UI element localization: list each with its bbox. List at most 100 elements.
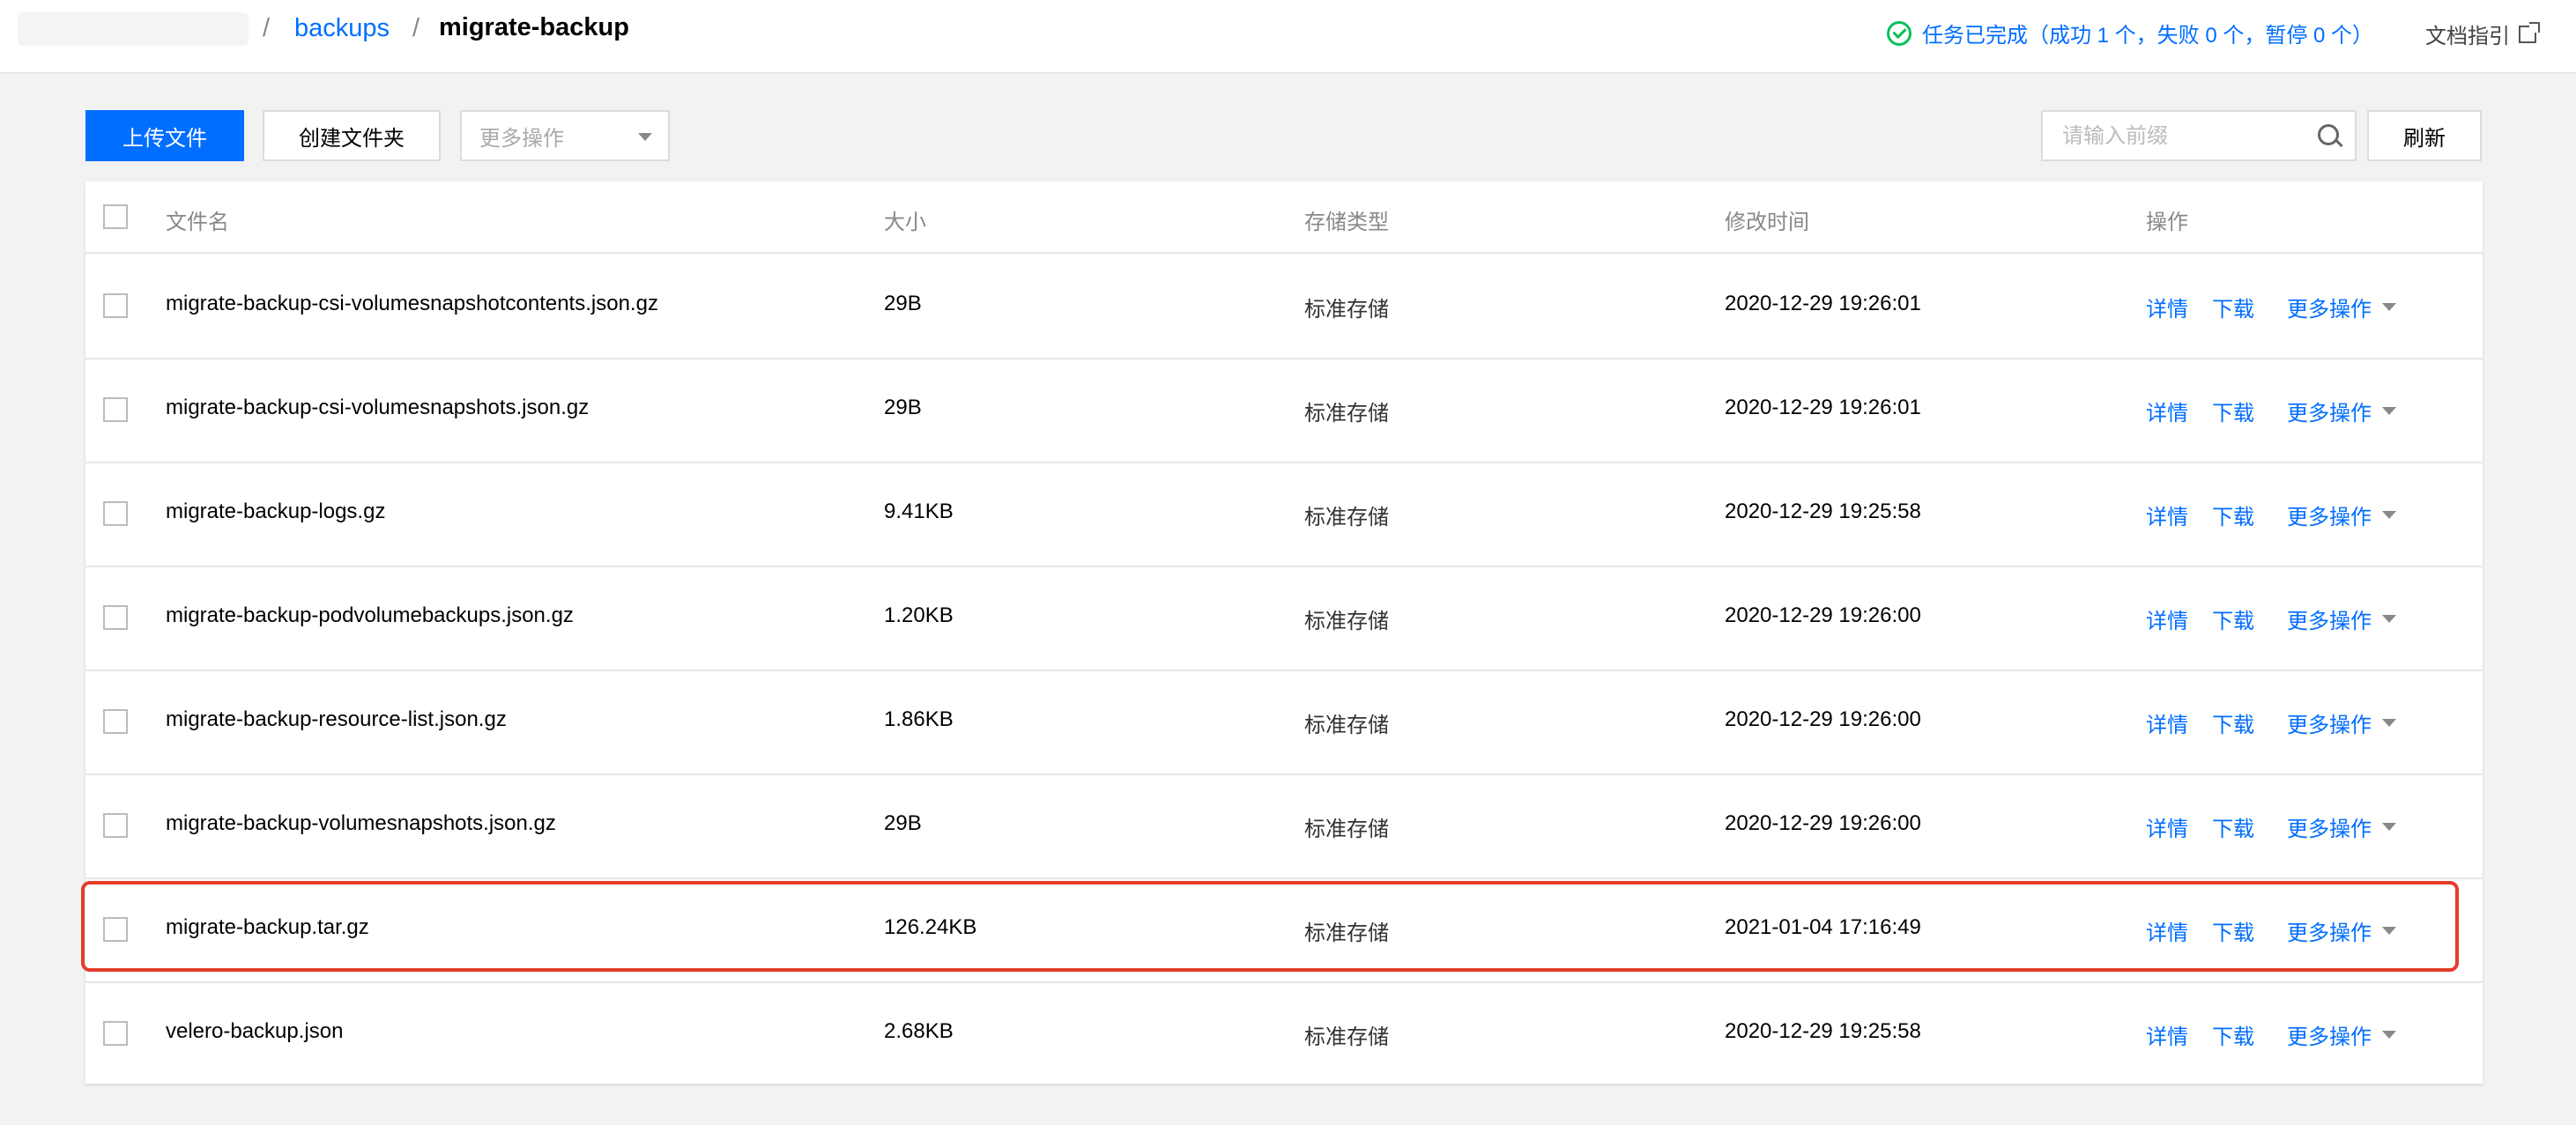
chevron-down-icon	[2382, 407, 2396, 415]
storage-type: 标准存储	[1304, 921, 1389, 945]
file-size: 1.20KB	[884, 603, 954, 627]
modified-time: 2020-12-29 19:25:58	[1725, 1019, 1921, 1043]
file-name[interactable]: migrate-backup-logs.gz	[166, 500, 385, 524]
search-icon[interactable]	[2318, 124, 2342, 149]
table-row: migrate-backup-volumesnapshots.json.gz 2…	[85, 773, 2483, 879]
more-actions-label: 更多操作	[2287, 402, 2372, 426]
modified-time: 2020-12-29 19:26:01	[1725, 396, 1921, 419]
row-checkbox[interactable]	[103, 293, 128, 318]
file-name[interactable]: velero-backup.json	[166, 1019, 343, 1044]
chevron-down-icon	[2382, 823, 2396, 831]
download-link[interactable]: 下载	[2212, 500, 2254, 530]
more-actions-dropdown[interactable]: 更多操作	[2287, 811, 2396, 842]
more-actions-dropdown[interactable]: 更多操作	[2287, 292, 2396, 322]
top-bar: / backups / migrate-backup 任务已完成（成功 1 个，…	[0, 0, 2576, 73]
row-checkbox[interactable]	[103, 397, 128, 422]
breadcrumb-separator: /	[412, 14, 420, 42]
file-name[interactable]: migrate-backup-volumesnapshots.json.gz	[166, 811, 556, 836]
column-header-modified: 修改时间	[1725, 211, 1809, 234]
download-link[interactable]: 下载	[2212, 1019, 2254, 1050]
storage-type: 标准存储	[1304, 298, 1389, 322]
row-checkbox[interactable]	[103, 709, 128, 734]
download-link[interactable]: 下载	[2212, 292, 2254, 322]
modified-time: 2020-12-29 19:25:58	[1725, 500, 1921, 523]
breadcrumb-separator: /	[263, 14, 271, 42]
chevron-down-icon	[638, 133, 652, 141]
doc-guide-label[interactable]: 文档指引	[2425, 19, 2510, 49]
prefix-search-box[interactable]	[2041, 110, 2357, 161]
file-size: 29B	[884, 292, 922, 315]
table-row: migrate-backup-logs.gz 9.41KB 标准存储 2020-…	[85, 462, 2483, 567]
more-actions-dropdown[interactable]: 更多操作	[2287, 915, 2396, 946]
storage-type: 标准存储	[1304, 714, 1389, 737]
storage-type: 标准存储	[1304, 1025, 1389, 1049]
detail-link[interactable]: 详情	[2146, 292, 2188, 322]
more-actions-label: 更多操作	[2287, 610, 2372, 633]
more-actions-dropdown[interactable]: 更多操作	[2287, 603, 2396, 634]
breadcrumb-current: migrate-backup	[439, 13, 629, 41]
breadcrumb-root-redacted	[18, 12, 249, 46]
row-checkbox[interactable]	[103, 813, 128, 838]
column-header-actions: 操作	[2146, 211, 2188, 234]
table-row: migrate-backup-csi-volumesnapshotcontent…	[85, 254, 2483, 359]
chevron-down-icon	[2382, 1031, 2396, 1039]
detail-link[interactable]: 详情	[2146, 915, 2188, 946]
detail-link[interactable]: 详情	[2146, 1019, 2188, 1050]
file-size: 29B	[884, 396, 922, 419]
refresh-button[interactable]: 刷新	[2367, 110, 2482, 161]
modified-time: 2021-01-04 17:16:49	[1725, 915, 1921, 939]
row-checkbox[interactable]	[103, 1021, 128, 1046]
chevron-down-icon	[2382, 719, 2396, 727]
table-row: migrate-backup.tar.gz 126.24KB 标准存储 2021…	[85, 877, 2483, 983]
more-actions-dropdown[interactable]: 更多操作	[2287, 500, 2396, 530]
task-status[interactable]: 任务已完成（成功 1 个，失败 0 个，暂停 0 个）	[1887, 18, 2373, 48]
upload-file-button[interactable]: 上传文件	[85, 110, 244, 161]
download-link[interactable]: 下载	[2212, 396, 2254, 426]
table-row: migrate-backup-podvolumebackups.json.gz …	[85, 566, 2483, 671]
storage-type: 标准存储	[1304, 610, 1389, 633]
file-name[interactable]: migrate-backup-csi-volumesnapshots.json.…	[166, 396, 589, 420]
chevron-down-icon	[2382, 303, 2396, 311]
modified-time: 2020-12-29 19:26:00	[1725, 707, 1921, 731]
select-all-checkbox[interactable]	[103, 204, 128, 229]
file-name[interactable]: migrate-backup-csi-volumesnapshotcontent…	[166, 292, 658, 316]
download-link[interactable]: 下载	[2212, 915, 2254, 946]
storage-type: 标准存储	[1304, 402, 1389, 426]
detail-link[interactable]: 详情	[2146, 811, 2188, 842]
detail-link[interactable]: 详情	[2146, 603, 2188, 634]
more-actions-select-label: 更多操作	[479, 126, 564, 151]
more-actions-dropdown[interactable]: 更多操作	[2287, 707, 2396, 738]
file-size: 2.68KB	[884, 1019, 954, 1043]
file-size: 29B	[884, 811, 922, 835]
chevron-down-icon	[2382, 511, 2396, 519]
external-link-icon	[2519, 21, 2540, 43]
storage-type: 标准存储	[1304, 818, 1389, 841]
download-link[interactable]: 下载	[2212, 707, 2254, 738]
create-folder-button[interactable]: 创建文件夹	[263, 110, 441, 161]
row-checkbox[interactable]	[103, 501, 128, 526]
file-table: 文件名 大小 存储类型 修改时间 操作 migrate-backup-csi-v…	[85, 181, 2483, 1084]
file-name[interactable]: migrate-backup-resource-list.json.gz	[166, 707, 507, 732]
breadcrumb-backups-link[interactable]: backups	[294, 14, 390, 43]
detail-link[interactable]: 详情	[2146, 707, 2188, 738]
doc-guide-link[interactable]: 文档指引	[2425, 19, 2540, 49]
more-actions-label: 更多操作	[2287, 818, 2372, 841]
more-actions-label: 更多操作	[2287, 506, 2372, 529]
more-actions-dropdown[interactable]: 更多操作	[2287, 1019, 2396, 1050]
row-checkbox[interactable]	[103, 917, 128, 942]
file-name[interactable]: migrate-backup-podvolumebackups.json.gz	[166, 603, 574, 628]
detail-link[interactable]: 详情	[2146, 396, 2188, 426]
file-size: 126.24KB	[884, 915, 977, 939]
more-actions-label: 更多操作	[2287, 921, 2372, 945]
more-actions-select[interactable]: 更多操作	[460, 110, 670, 161]
row-checkbox[interactable]	[103, 605, 128, 630]
detail-link[interactable]: 详情	[2146, 500, 2188, 530]
task-status-text[interactable]: 任务已完成（成功 1 个，失败 0 个，暂停 0 个）	[1922, 18, 2373, 48]
more-actions-dropdown[interactable]: 更多操作	[2287, 396, 2396, 426]
file-name[interactable]: migrate-backup.tar.gz	[166, 915, 369, 940]
download-link[interactable]: 下载	[2212, 603, 2254, 634]
more-actions-label: 更多操作	[2287, 714, 2372, 737]
prefix-search-input[interactable]	[2060, 121, 2311, 152]
download-link[interactable]: 下载	[2212, 811, 2254, 842]
column-header-storage: 存储类型	[1304, 211, 1389, 234]
